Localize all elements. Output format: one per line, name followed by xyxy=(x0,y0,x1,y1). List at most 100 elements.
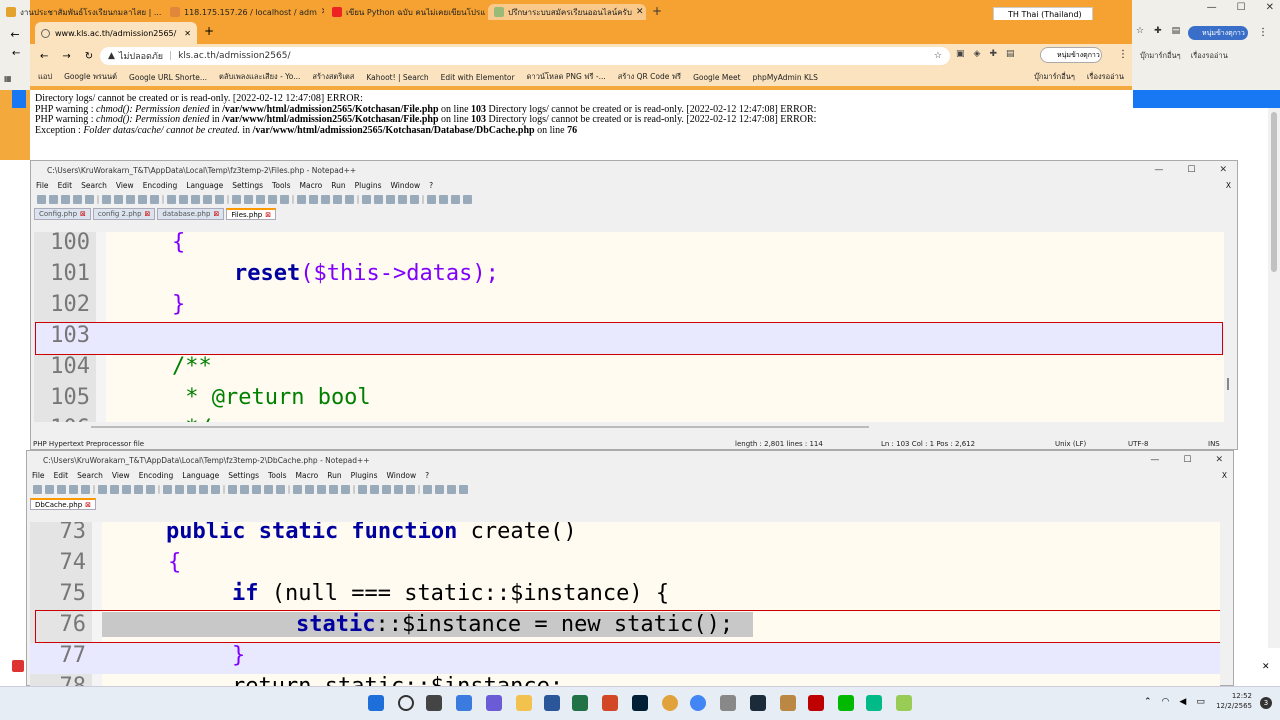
menu-settings[interactable]: Settings xyxy=(228,471,259,480)
menu-search[interactable]: Search xyxy=(81,181,107,190)
browser-tab-2[interactable]: 118.175.157.26 / localhost / adm ✕ xyxy=(164,4,324,20)
close-icon[interactable]: ⊠ xyxy=(213,210,219,218)
menu-run[interactable]: Run xyxy=(327,471,341,480)
code-editor[interactable]: 100{ 101 reset($this->datas); 102} 103 10… xyxy=(34,232,1224,422)
wifi-icon[interactable]: ◠ xyxy=(1162,697,1170,707)
menu-plugins[interactable]: Plugins xyxy=(351,471,378,480)
toolbar-button-icon[interactable] xyxy=(37,194,46,204)
menu-view[interactable]: View xyxy=(112,471,130,480)
toolbar-button-icon[interactable] xyxy=(33,484,42,494)
toolbar-button-icon[interactable] xyxy=(321,194,330,204)
toolbar-button-icon[interactable] xyxy=(280,194,289,204)
toolbar-button-icon[interactable] xyxy=(187,484,196,494)
close-icon[interactable]: ⊠ xyxy=(265,211,271,219)
menu-plugins[interactable]: Plugins xyxy=(355,181,382,190)
toolbar-button-icon[interactable] xyxy=(146,484,155,494)
app-icon[interactable] xyxy=(720,695,736,711)
sidebar-icon[interactable]: ▤ xyxy=(1172,26,1181,36)
menu-tools[interactable]: Tools xyxy=(272,181,290,190)
toolbar-button-icon[interactable] xyxy=(427,194,436,204)
toolbar-button-icon[interactable] xyxy=(317,484,326,494)
app-icon[interactable] xyxy=(750,695,766,711)
toolbar-button-icon[interactable] xyxy=(362,194,371,204)
close-icon[interactable]: ✕ xyxy=(161,7,162,17)
menu-edit[interactable]: Edit xyxy=(58,181,73,190)
toolbar-button-icon[interactable] xyxy=(114,194,123,204)
menu-language[interactable]: Language xyxy=(182,471,219,480)
toolbar-button-icon[interactable] xyxy=(138,194,147,204)
chrome-profile-icon[interactable] xyxy=(690,695,706,711)
new-tab-icon[interactable]: + xyxy=(204,24,214,38)
toolbar-button-icon[interactable] xyxy=(264,484,273,494)
toolbar-button-icon[interactable] xyxy=(45,484,54,494)
menu-kebab-icon[interactable]: ⋮ xyxy=(1258,27,1268,38)
toolbar-button-icon[interactable] xyxy=(353,484,355,494)
toolbar-button-icon[interactable] xyxy=(199,484,208,494)
browser-tab-3[interactable]: เขียน Python ฉบับ คนไม่เคยเขียนโปรแ... ✕ xyxy=(326,4,486,20)
toolbar-button-icon[interactable] xyxy=(422,194,424,204)
toolbar-button-icon[interactable] xyxy=(382,484,391,494)
toolbar-button-icon[interactable] xyxy=(122,484,131,494)
toolbar-button-icon[interactable] xyxy=(309,194,318,204)
puzzle-icon[interactable]: ✚ xyxy=(1154,26,1162,36)
toolbar-button-icon[interactable] xyxy=(305,484,314,494)
code-editor[interactable]: 73 public static function create() 74 { 75… xyxy=(30,522,1220,686)
left-apps-icon[interactable]: ▦ xyxy=(0,68,30,88)
clock[interactable]: 12:52 12/2/2565 xyxy=(1216,691,1252,711)
line-icon[interactable] xyxy=(838,695,854,711)
toolbar-button-icon[interactable] xyxy=(374,194,383,204)
bookmark-reading-list[interactable]: เรื่องรออ่าน xyxy=(1087,71,1124,83)
sidebar-icon[interactable]: ▤ xyxy=(1006,49,1015,59)
toolbar-button-icon[interactable] xyxy=(435,484,444,494)
close-doc-icon[interactable]: X xyxy=(1226,181,1237,190)
search-icon[interactable] xyxy=(398,695,414,711)
menu-macro[interactable]: Macro xyxy=(300,181,323,190)
editor-scroll-thumb[interactable] xyxy=(1227,378,1229,390)
toolbar-button-icon[interactable] xyxy=(398,194,407,204)
taskview-icon[interactable] xyxy=(426,695,442,711)
menu-tools[interactable]: Tools xyxy=(268,471,286,480)
bookmark-item[interactable]: ดาวน์โหลด PNG ฟรี -... xyxy=(527,71,606,83)
close-icon[interactable]: ⊠ xyxy=(85,501,91,509)
bookmark-other[interactable]: บุ๊กมาร์กอื่นๆ xyxy=(1140,50,1181,62)
omnibox[interactable]: ▲ ไม่ปลอดภัย | kls.ac.th/admission2565/ … xyxy=(100,47,950,65)
close-icon[interactable]: ✕ xyxy=(632,7,644,17)
tab-files[interactable]: Files.php ⊠ xyxy=(226,208,277,220)
toolbar-button-icon[interactable] xyxy=(211,484,220,494)
filezilla-icon[interactable] xyxy=(808,695,824,711)
toolbar-button-icon[interactable] xyxy=(175,484,184,494)
toolbar-button-icon[interactable] xyxy=(158,484,160,494)
bookmark-item[interactable]: Edit with Elementor xyxy=(441,73,515,82)
forward-arrow-icon[interactable]: → xyxy=(62,51,70,62)
minimize-icon[interactable]: — xyxy=(1154,165,1163,175)
taskbar-app-icon[interactable] xyxy=(12,660,24,672)
toolbar-button-icon[interactable] xyxy=(297,194,306,204)
toolbar-button-icon[interactable] xyxy=(463,194,472,204)
toolbar-button-icon[interactable] xyxy=(459,484,468,494)
toolbar-button-icon[interactable] xyxy=(240,484,249,494)
extension-icon[interactable]: ☆ xyxy=(1136,26,1144,36)
maximize-icon[interactable]: ☐ xyxy=(1237,2,1246,13)
close-icon[interactable]: ✕ xyxy=(317,7,324,17)
profile-chip[interactable]: หนุ่มข้างตุกาว xyxy=(1188,26,1248,40)
toolbar-button-icon[interactable] xyxy=(85,194,94,204)
toolbar-button-icon[interactable] xyxy=(102,194,111,204)
menu-language[interactable]: Language xyxy=(186,181,223,190)
bookmark-other[interactable]: บุ๊กมาร์กอื่นๆ xyxy=(1034,71,1075,83)
toolbar-button-icon[interactable] xyxy=(292,194,294,204)
toolbar-button-icon[interactable] xyxy=(69,484,78,494)
toolbar-button-icon[interactable] xyxy=(228,484,237,494)
toolbar-button-icon[interactable] xyxy=(162,194,164,204)
toolbar-button-icon[interactable] xyxy=(276,484,285,494)
close-icon[interactable]: ✕ xyxy=(184,29,191,38)
menu-window[interactable]: Window xyxy=(391,181,421,190)
chat-icon[interactable] xyxy=(486,695,502,711)
toolbar-button-icon[interactable] xyxy=(268,194,277,204)
menu-file[interactable]: File xyxy=(36,181,49,190)
toolbar-button-icon[interactable] xyxy=(57,484,66,494)
close-window-icon[interactable]: ✕ xyxy=(1215,455,1223,465)
toolbar-button-icon[interactable] xyxy=(252,484,261,494)
toolbar-button-icon[interactable] xyxy=(386,194,395,204)
tab-dbcache[interactable]: DbCache.php ⊠ xyxy=(30,498,97,510)
excel-icon[interactable] xyxy=(572,695,588,711)
